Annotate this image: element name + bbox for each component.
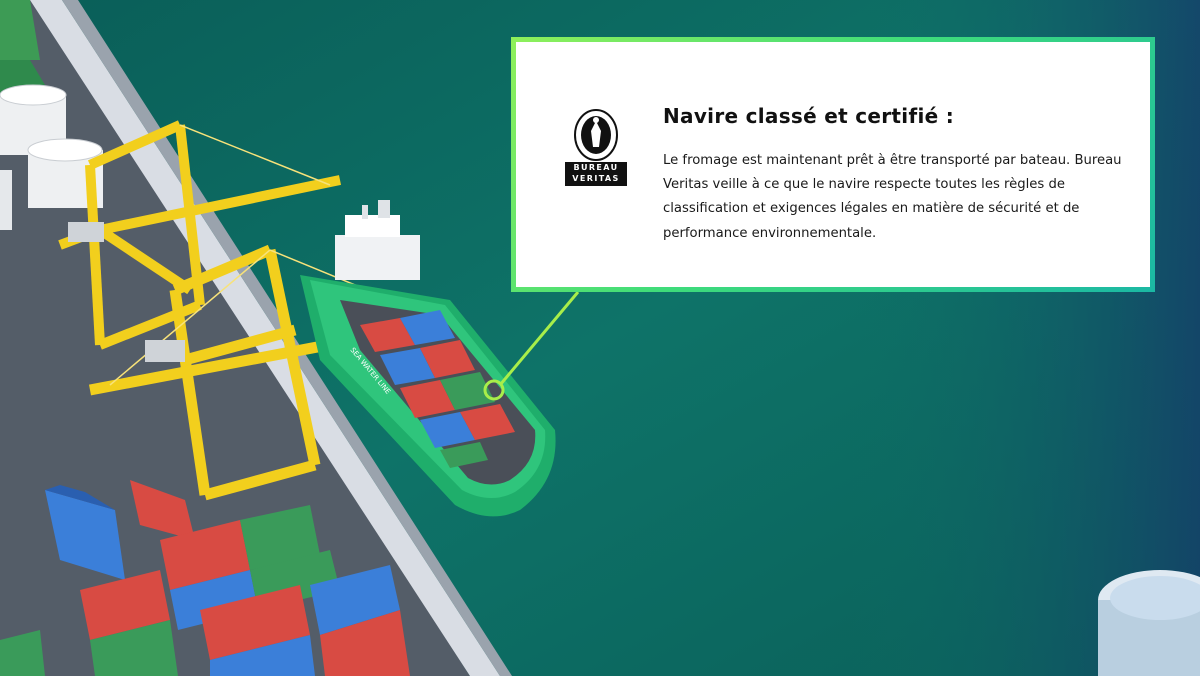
bureau-veritas-logo: BUREAU VERITAS [565,109,627,189]
info-card-content: BUREAU VERITAS Navire classé et certifié… [516,42,1150,287]
crane-spreader [145,340,185,362]
floating-platform [1098,570,1200,676]
bureau-veritas-emblem-icon [574,109,618,161]
logo-line-1: BUREAU [573,163,619,172]
info-card: BUREAU VERITAS Navire classé et certifié… [511,37,1155,292]
card-title: Navire classé et certifié : [663,104,955,128]
crane-spreader [68,222,104,242]
bureau-veritas-wordmark: BUREAU VERITAS [565,162,627,186]
logo-line-2: VERITAS [572,174,620,183]
card-body: Le fromage est maintenant prêt à être tr… [663,153,1122,241]
